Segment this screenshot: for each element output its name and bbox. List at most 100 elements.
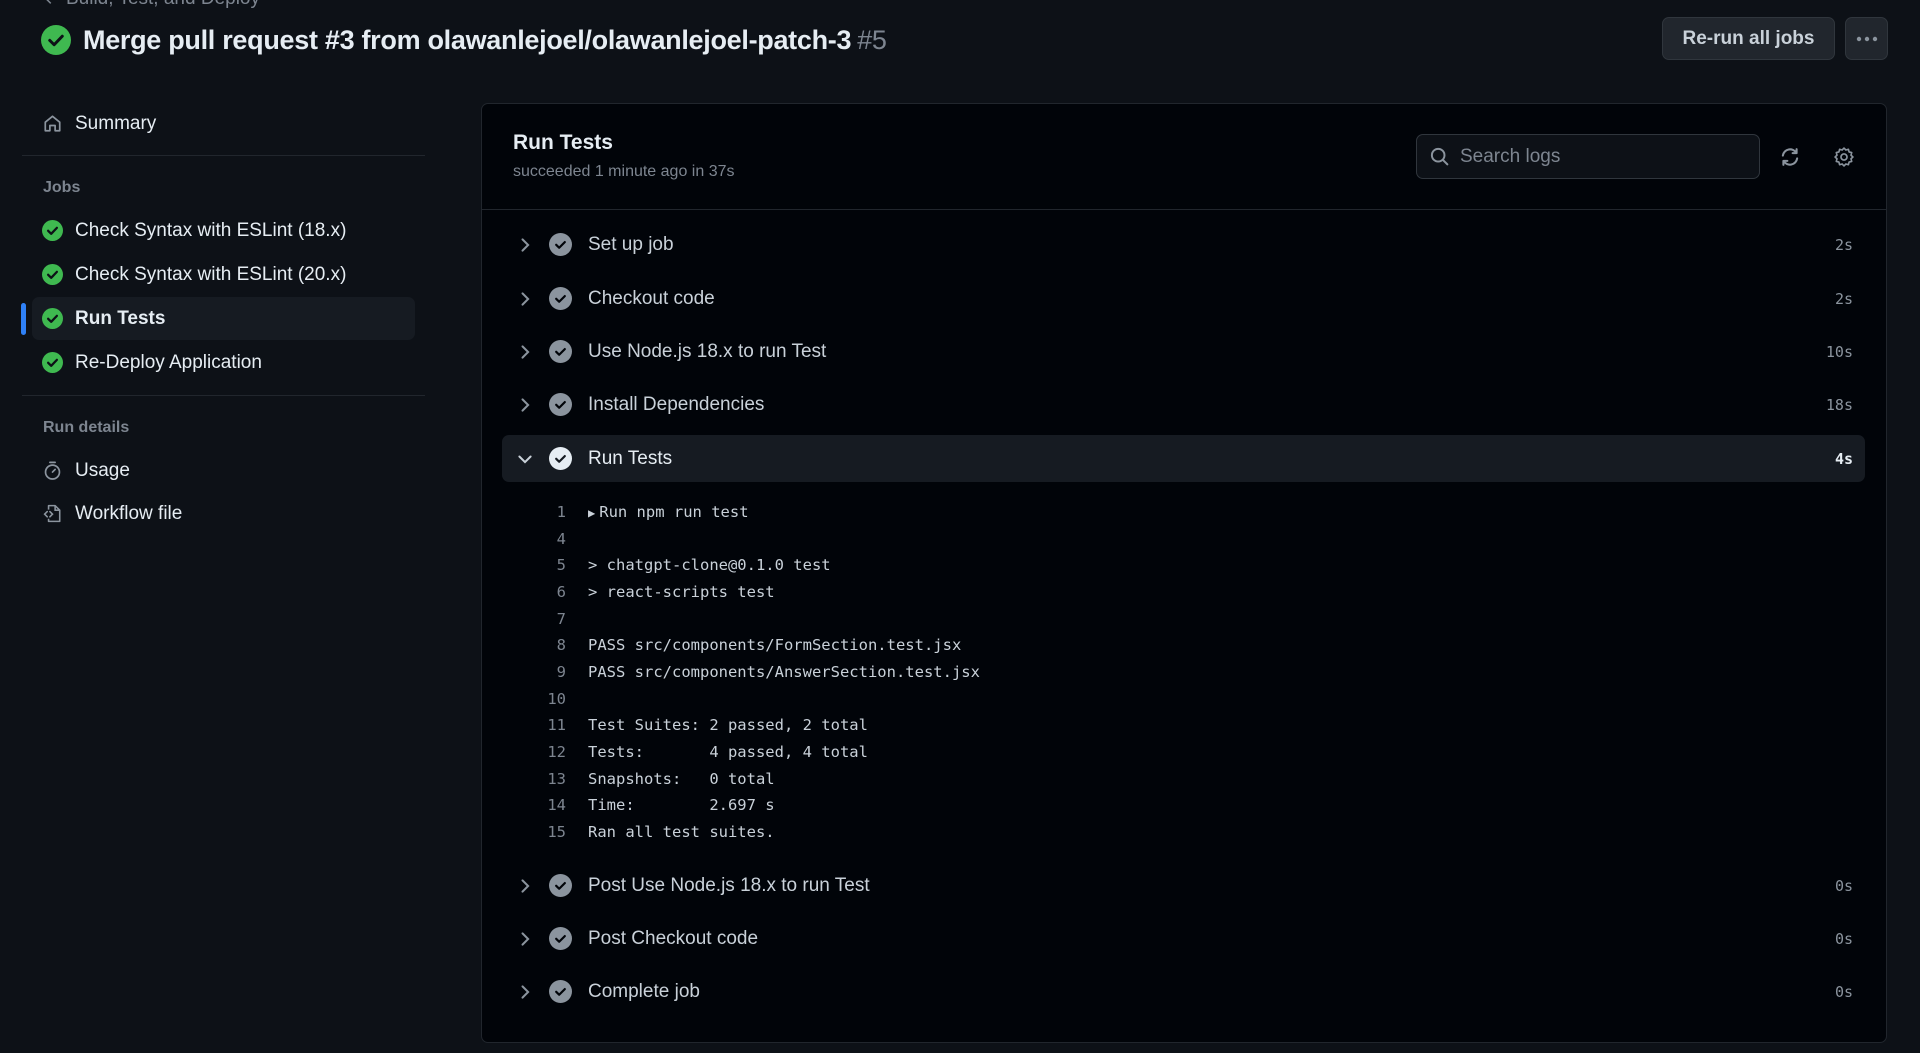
sidebar-divider [22,155,425,156]
step-label: Install Dependencies [588,393,765,415]
rerun-all-jobs-button[interactable]: Re-run all jobs [1662,17,1835,60]
log-line-number[interactable]: 5 [510,556,566,574]
panel-header-divider [482,209,1886,210]
step-label: Post Checkout code [588,927,759,949]
chevron-right-icon [521,931,530,946]
step-label: Post Use Node.js 18.x to run Test [588,874,870,896]
check-circle-fill-icon [549,393,572,416]
log-line-number[interactable]: 6 [510,583,566,601]
check-circle-fill-icon [549,287,572,310]
sidebar-job-eslint-20[interactable]: Check Syntax with ESLint (20.x) [32,253,415,296]
sync-icon [1781,148,1799,166]
sidebar-job-run-tests[interactable]: Run Tests [32,297,415,340]
sidebar-item-label: Summary [75,112,157,134]
log-line-number[interactable]: 15 [510,823,566,841]
log-line-number[interactable]: 14 [510,796,566,814]
chevron-down-icon [518,455,532,464]
step-label: Checkout code [588,287,715,309]
log-line-number[interactable]: 11 [510,716,566,734]
sidebar-item-label: Run Tests [75,307,166,329]
chevron-right-icon [521,397,530,412]
step-complete-job[interactable]: Complete job 0s [502,968,1865,1015]
log-line-number[interactable]: 9 [510,663,566,681]
gear-icon [1834,147,1854,167]
more-options-button[interactable] [1845,17,1888,60]
log-line-text: PASS src/components/AnswerSection.test.j… [588,662,980,681]
job-status-summary: succeeded 1 minute ago in 37s [513,163,735,180]
log-line: 5 > chatgpt-clone@0.1.0 test [510,551,1860,578]
step-label: Set up job [588,233,674,255]
search-logs-field[interactable] [1416,134,1760,179]
log-line-text: Snapshots: 0 total [588,769,775,788]
chevron-right-icon [521,984,530,999]
sidebar-item-summary[interactable]: Summary [32,102,415,145]
check-circle-fill-icon [42,264,63,285]
check-circle-fill-icon [549,927,572,950]
log-line[interactable]: 1 ▶ Run npm run test [510,498,1860,525]
run-title: Merge pull request #3 from olawanlejoel/… [83,25,887,56]
triangle-right-icon[interactable]: ▶ [588,506,595,520]
check-circle-fill-icon [549,980,572,1003]
chevron-right-icon [521,344,530,359]
jobs-heading: Jobs [43,179,81,196]
search-logs-input[interactable] [1460,145,1740,168]
log-line-number[interactable]: 10 [510,690,566,708]
sidebar-divider [22,395,425,396]
log-settings-button[interactable] [1830,143,1858,171]
step-post-checkout-code[interactable]: Post Checkout code 0s [502,915,1865,962]
step-run-tests-expanded[interactable]: Run Tests 4s [502,435,1865,482]
log-line-text: Time: 2.697 s [588,795,775,814]
log-line-number[interactable]: 7 [510,610,566,628]
log-line-number[interactable]: 1 [510,503,566,521]
breadcrumb-workflow-link[interactable]: Build, Test, and Deploy [66,0,260,10]
job-title: Run Tests [513,131,613,154]
step-duration: 2s [1834,289,1853,308]
log-line-number[interactable]: 4 [510,530,566,548]
step-duration: 0s [1834,982,1853,1001]
check-circle-fill-icon [549,340,572,363]
log-line-text: PASS src/components/FormSection.test.jsx [588,635,962,654]
step-label: Run Tests [588,447,673,469]
page-title: Merge pull request #3 from olawanlejoel/… [41,22,887,58]
log-group-title: Run npm run test [599,502,749,521]
sidebar-job-eslint-18[interactable]: Check Syntax with ESLint (18.x) [32,209,415,252]
step-use-node[interactable]: Use Node.js 18.x to run Test 10s [502,328,1865,375]
check-circle-fill-icon [42,220,63,241]
check-circle-fill-icon [549,874,572,897]
chevron-left-icon [46,0,52,4]
kebab-horizontal-icon [1856,36,1877,41]
step-post-use-node[interactable]: Post Use Node.js 18.x to run Test 0s [502,862,1865,909]
check-circle-fill-icon [41,25,71,55]
log-line-number[interactable]: 8 [510,636,566,654]
step-set-up-job[interactable]: Set up job 2s [502,221,1865,268]
refresh-button[interactable] [1776,143,1804,171]
step-duration: 0s [1834,929,1853,948]
sidebar-item-label: Workflow file [75,502,183,524]
log-line: 7 [510,605,1860,632]
log-line: 13 Snapshots: 0 total [510,765,1860,792]
log-line-number[interactable]: 13 [510,770,566,788]
run-title-text: Merge pull request #3 from olawanlejoel/… [83,24,852,55]
step-checkout-code[interactable]: Checkout code 2s [502,275,1865,322]
log-line-text: Tests: 4 passed, 4 total [588,742,868,761]
sidebar-item-workflow-file[interactable]: Workflow file [32,492,415,535]
chevron-right-icon [521,291,530,306]
step-duration: 2s [1834,235,1853,254]
log-line-text: > react-scripts test [588,582,775,601]
file-code-icon [43,504,61,523]
sidebar-item-label: Check Syntax with ESLint (20.x) [75,263,347,285]
breadcrumb[interactable]: Build, Test, and Deploy [42,0,260,10]
step-label: Complete job [588,980,700,1002]
run-details-heading: Run details [43,419,130,436]
sidebar-item-usage[interactable]: Usage [32,449,415,492]
log-line: 9 PASS src/components/AnswerSection.test… [510,658,1860,685]
log-line: 15 Ran all test suites. [510,818,1860,845]
log-line-number[interactable]: 12 [510,743,566,761]
check-circle-fill-icon [42,352,63,373]
search-icon [1430,147,1449,166]
check-circle-fill-icon [549,233,572,256]
sidebar-job-redeploy[interactable]: Re-Deploy Application [32,341,415,384]
run-number: #5 [857,24,887,55]
sidebar-item-label: Check Syntax with ESLint (18.x) [75,219,347,241]
step-install-dependencies[interactable]: Install Dependencies 18s [502,381,1865,428]
